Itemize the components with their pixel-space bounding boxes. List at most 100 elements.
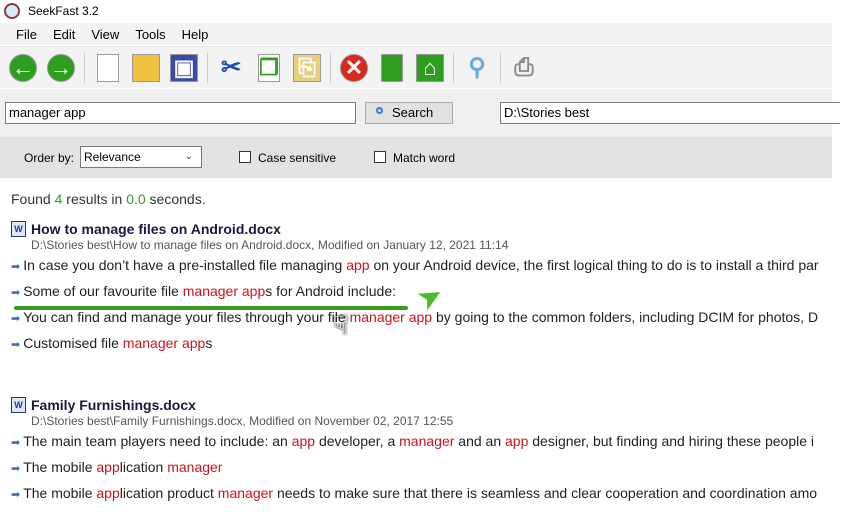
word-document-icon: W xyxy=(11,221,26,237)
toolbar-separator xyxy=(84,52,85,83)
snippet-text: You can find and manage your files throu… xyxy=(23,309,350,325)
cut-button[interactable]: ✂ xyxy=(215,52,247,84)
menu-view[interactable]: View xyxy=(91,27,119,42)
match-word-label[interactable]: Match word xyxy=(393,151,455,165)
bullet-arrow-icon: ➡ xyxy=(11,463,21,475)
copy-button[interactable]: ❐ xyxy=(253,52,285,84)
highlight-match: manager xyxy=(167,459,223,475)
open-folder-button[interactable] xyxy=(130,52,162,84)
menu-bar: File Edit View Tools Help xyxy=(0,23,832,45)
forward-icon: → xyxy=(47,53,75,82)
snippet-text: Customised file xyxy=(23,335,123,351)
bullet-arrow-icon: ➡ xyxy=(11,339,21,351)
snippet-text: and an xyxy=(454,433,506,449)
refresh-icon: ↻ xyxy=(381,53,403,82)
highlight-match: app xyxy=(346,257,370,273)
highlight-match: manager app xyxy=(122,335,206,351)
folder-path-input[interactable]: D:\Stories best xyxy=(500,102,840,124)
menu-help[interactable]: Help xyxy=(182,27,209,42)
search-icon xyxy=(376,107,383,114)
snippet-text: lication product xyxy=(119,485,218,501)
snippet-text: designer, but finding and hiring these p… xyxy=(528,433,815,449)
bullet-arrow-icon: ➡ xyxy=(11,437,21,449)
snippet-text: The mobile xyxy=(23,459,97,475)
print-button[interactable]: ⎙ xyxy=(508,52,540,84)
snippet-text: In case you don’t have a pre-installed f… xyxy=(23,257,347,273)
window-title: SeekFast 3.2 xyxy=(28,4,99,18)
snippet-text: developer, a xyxy=(315,433,400,449)
result-snippet[interactable]: ➡ The mobile application manager xyxy=(11,454,817,480)
app-magnifier-icon xyxy=(4,3,20,19)
search-bar: manager app Search D:\Stories best xyxy=(0,89,840,137)
forward-button[interactable]: → xyxy=(45,52,77,84)
paste-icon: ⎘ xyxy=(293,53,321,82)
bullet-arrow-icon: ➡ xyxy=(11,287,21,299)
bullet-arrow-icon: ➡ xyxy=(11,261,21,273)
highlight-match: app xyxy=(505,433,529,449)
results-summary: Found 4 results in 0.0 seconds. xyxy=(11,191,206,207)
result-snippet[interactable]: ➡ Customised file manager apps xyxy=(11,330,819,356)
highlight-match: manager xyxy=(399,433,455,449)
bullet-arrow-icon: ➡ xyxy=(11,313,21,325)
menu-file[interactable]: File xyxy=(16,27,37,42)
new-document-icon xyxy=(97,53,119,82)
match-word-checkbox[interactable] xyxy=(374,151,386,163)
highlight-match: manager xyxy=(217,485,274,501)
cut-icon: ✂ xyxy=(220,54,242,81)
snippet-text: needs to make sure that there is seamles… xyxy=(273,485,818,501)
snippet-text: by going to the common folders, includin… xyxy=(432,309,819,325)
toolbar-separator xyxy=(500,52,501,83)
stop-button[interactable]: ✕ xyxy=(338,52,370,84)
highlight-match: app xyxy=(96,459,120,475)
search-button-label: Search xyxy=(392,105,434,120)
result-title[interactable]: W How to manage files on Android.docx xyxy=(11,221,819,237)
search-button[interactable]: Search xyxy=(365,102,453,124)
print-icon: ⎙ xyxy=(514,53,534,81)
snippet-text: The main team players need to include: a… xyxy=(23,433,292,449)
hand-cursor-icon: ☟ xyxy=(333,310,349,340)
result-snippet[interactable]: ➡ In case you don’t have a pre-installed … xyxy=(11,252,819,278)
result-path: D:\Stories best\Family Furnishings.docx,… xyxy=(31,414,454,428)
snippet-text: on your Android device, the first logica… xyxy=(369,257,819,273)
save-button[interactable]: ▣ xyxy=(168,52,200,84)
result-snippet[interactable]: ➡ The mobile application product manager … xyxy=(11,480,817,506)
result-snippet[interactable]: ➡ The main team players need to include: … xyxy=(11,428,817,454)
word-document-icon: W xyxy=(11,397,26,413)
stop-icon: ✕ xyxy=(340,53,368,82)
result-path: D:\Stories best\How to manage files on A… xyxy=(31,238,509,252)
case-sensitive-label[interactable]: Case sensitive xyxy=(258,151,336,165)
menu-edit[interactable]: Edit xyxy=(53,27,75,42)
open-folder-icon xyxy=(132,53,160,82)
title-bar: SeekFast 3.2 xyxy=(0,0,848,22)
paste-button[interactable]: ⎘ xyxy=(291,52,323,84)
copy-icon: ❐ xyxy=(258,53,280,82)
back-button[interactable]: ← xyxy=(7,52,39,84)
highlight-match: manager app xyxy=(182,283,266,299)
order-by-value: Relevance xyxy=(84,150,141,164)
options-bar: Order by: Relevance ⌄ Case sensitive Matc… xyxy=(0,137,832,178)
result-title[interactable]: W Family Furnishings.docx xyxy=(11,397,817,413)
find-button[interactable]: ⚲ xyxy=(461,52,493,84)
chevron-down-icon: ⌄ xyxy=(184,151,193,162)
toolbar-separator xyxy=(207,52,208,83)
case-sensitive-checkbox[interactable] xyxy=(239,151,251,163)
toolbar: ← → ▣ ✂ ❐ ⎘ ✕ ↻ ⌂ ⚲ ⎙ xyxy=(0,46,832,88)
highlight-match: app xyxy=(96,485,120,501)
search-input[interactable]: manager app xyxy=(5,102,356,124)
refresh-button[interactable]: ↻ xyxy=(376,52,408,84)
snippet-text: s for Android include: xyxy=(265,283,397,299)
new-document-button[interactable] xyxy=(92,52,124,84)
toolbar-separator xyxy=(330,52,331,83)
snippet-text: The mobile xyxy=(23,485,97,501)
snippet-text: Some of our favourite file xyxy=(23,283,183,299)
menu-tools[interactable]: Tools xyxy=(135,27,165,42)
bullet-arrow-icon: ➡ xyxy=(11,489,21,501)
highlight-match: manager app xyxy=(349,309,433,325)
order-by-select[interactable]: Relevance ⌄ xyxy=(80,146,202,168)
result-item: W Family Furnishings.docx D:\Stories best\… xyxy=(11,397,817,506)
highlight-match: app xyxy=(291,433,316,449)
home-button[interactable]: ⌂ xyxy=(414,52,446,84)
find-icon: ⚲ xyxy=(468,54,486,81)
back-icon: ← xyxy=(9,53,37,82)
search-time: 0.0 xyxy=(126,191,146,207)
